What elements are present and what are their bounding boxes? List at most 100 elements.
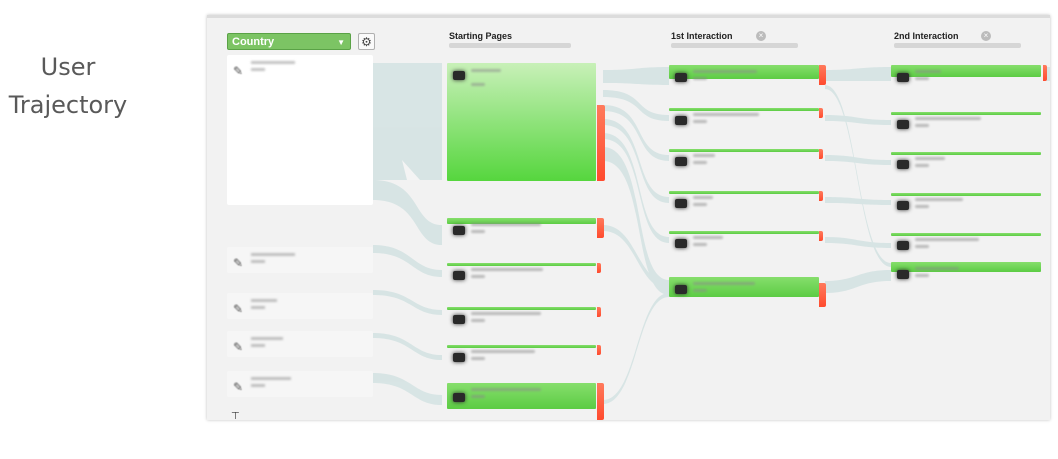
node-value-placeholder — [915, 124, 929, 127]
country-node[interactable]: ✎ — [227, 293, 373, 319]
chevron-down-icon: ▼ — [337, 38, 345, 47]
dimension-dropdown[interactable]: Country ▼ — [227, 33, 351, 50]
node-traffic-bar — [447, 263, 596, 266]
node-label-placeholder — [251, 61, 295, 64]
drop-off-bar — [819, 231, 823, 241]
node-traffic-bar — [447, 383, 596, 409]
more-nodes-indicator: ⊤ — [231, 411, 240, 420]
page-icon — [675, 239, 687, 248]
node-value-placeholder — [471, 275, 485, 278]
page-node[interactable] — [669, 108, 833, 134]
node-label-placeholder — [471, 223, 541, 226]
filter-icon: ⊤ — [231, 411, 240, 420]
column-subtitle-starting-pages — [449, 43, 571, 48]
country-icon: ✎ — [233, 340, 244, 354]
page-node[interactable] — [447, 307, 611, 333]
page-icon — [897, 201, 909, 210]
page-icon — [675, 116, 687, 125]
node-label-placeholder — [251, 377, 291, 380]
page-node[interactable] — [891, 233, 1050, 259]
node-traffic-bar — [891, 65, 1041, 77]
node-traffic-bar — [669, 191, 819, 194]
node-value-placeholder — [693, 120, 707, 123]
node-label-placeholder — [915, 157, 945, 160]
node-value-placeholder — [693, 77, 707, 80]
drop-off-bar — [819, 108, 823, 118]
node-label-placeholder — [915, 198, 963, 201]
country-node[interactable]: ✎ — [227, 55, 373, 205]
node-label-placeholder — [693, 282, 755, 285]
drop-off-bar — [597, 345, 601, 355]
flow-path — [825, 67, 891, 81]
node-traffic-bar — [669, 231, 819, 234]
drop-off-bar — [819, 65, 826, 85]
page-node[interactable] — [891, 193, 1050, 219]
node-traffic-bar — [447, 307, 596, 310]
page-node[interactable] — [669, 149, 833, 175]
page-icon — [453, 353, 465, 362]
flow-path — [603, 293, 669, 404]
drop-off-bar — [597, 263, 601, 273]
node-traffic-bar — [891, 262, 1041, 272]
column-header-2nd-interaction: 2nd Interaction — [894, 31, 959, 41]
page-node[interactable] — [447, 218, 611, 244]
flow-path — [373, 333, 442, 360]
country-node[interactable]: ✎ — [227, 371, 373, 397]
page-node[interactable] — [669, 65, 833, 87]
page-node[interactable] — [891, 262, 1050, 284]
node-value-placeholder — [471, 230, 485, 233]
close-icon[interactable]: × — [756, 31, 766, 41]
page-node[interactable] — [447, 263, 611, 289]
node-value-placeholder — [251, 260, 265, 263]
node-traffic-bar — [891, 193, 1041, 196]
flow-path — [603, 147, 669, 295]
gear-icon[interactable]: ⚙ — [358, 33, 375, 50]
node-value-placeholder — [471, 357, 485, 360]
side-title-line1: User — [40, 53, 96, 81]
page-node[interactable] — [669, 191, 833, 217]
page-icon — [897, 120, 909, 129]
country-node[interactable]: ✎ — [227, 331, 373, 357]
page-node[interactable] — [669, 231, 833, 257]
node-label-placeholder — [693, 196, 713, 199]
node-value-placeholder — [251, 344, 265, 347]
flow-path — [373, 245, 442, 277]
node-label-placeholder — [915, 117, 981, 120]
node-value-placeholder — [915, 245, 929, 248]
node-value-placeholder — [693, 243, 707, 246]
page-node[interactable] — [891, 152, 1050, 178]
close-icon[interactable]: × — [981, 31, 991, 41]
page-node[interactable] — [447, 383, 611, 420]
flow-visualization-panel: Country ▼ ⚙ Starting Pages 1st Interacti… — [207, 15, 1050, 420]
page-icon — [675, 73, 687, 82]
node-value-placeholder — [915, 164, 929, 167]
drop-off-bar — [597, 383, 604, 420]
drop-off-bar — [819, 191, 823, 201]
flow-path — [825, 270, 891, 293]
flow-path — [373, 373, 442, 405]
page-node[interactable] — [447, 63, 611, 181]
node-value-placeholder — [471, 319, 485, 322]
node-label-placeholder — [693, 113, 759, 116]
dimension-dropdown-value: Country — [232, 36, 275, 48]
node-label-placeholder — [471, 268, 543, 271]
node-label-placeholder — [693, 236, 723, 239]
drop-off-bar — [1043, 65, 1047, 81]
page-side-title: User Trajectory — [0, 48, 136, 124]
drop-off-bar — [819, 283, 826, 307]
page-node[interactable] — [669, 277, 833, 307]
page-node[interactable] — [447, 345, 611, 371]
flow-path — [373, 63, 442, 180]
page-node[interactable] — [891, 112, 1050, 138]
node-label-placeholder — [693, 154, 715, 157]
page-node[interactable] — [891, 65, 1050, 87]
column-header-1st-interaction: 1st Interaction — [671, 31, 733, 41]
page-icon — [897, 241, 909, 250]
node-value-placeholder — [251, 68, 265, 71]
node-value-placeholder — [915, 205, 929, 208]
side-title-line2: Trajectory — [8, 91, 128, 119]
page-icon — [453, 71, 465, 80]
node-label-placeholder — [471, 388, 541, 391]
country-node[interactable]: ✎ — [227, 247, 373, 273]
column-subtitle-2nd-interaction — [894, 43, 1021, 48]
